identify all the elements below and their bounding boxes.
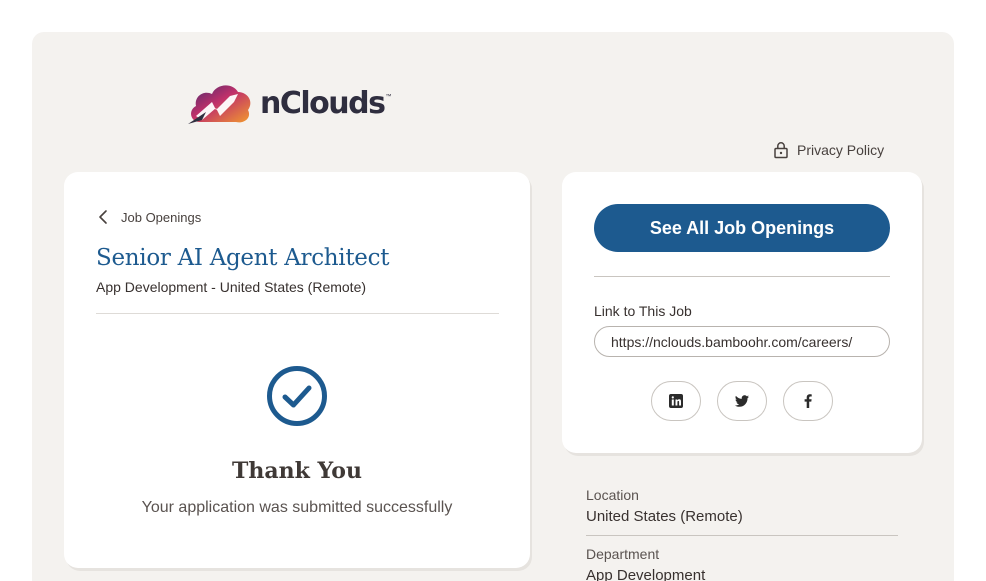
- share-card: See All Job Openings Link to This Job: [562, 172, 922, 453]
- lock-icon: [774, 142, 788, 159]
- location-label: Location: [586, 487, 639, 503]
- job-link-label: Link to This Job: [594, 303, 692, 319]
- chevron-left-icon: [99, 210, 107, 224]
- facebook-share-button[interactable]: [783, 381, 833, 421]
- back-to-job-openings-link[interactable]: Job Openings: [97, 209, 201, 225]
- job-title: Senior AI Agent Architect: [96, 245, 390, 271]
- brand-name: nClouds: [260, 85, 386, 121]
- brand-logo[interactable]: nClouds ™: [186, 78, 391, 128]
- linkedin-icon: [669, 394, 683, 408]
- location-value: United States (Remote): [586, 508, 743, 525]
- job-details: Location United States (Remote) Departme…: [586, 487, 898, 581]
- twitter-share-button[interactable]: [717, 381, 767, 421]
- department-value: App Development: [586, 567, 706, 581]
- cloud-logo-icon: [188, 85, 251, 124]
- divider: [96, 313, 499, 314]
- submission-message: Your application was submitted successfu…: [141, 499, 453, 516]
- facebook-icon: [804, 394, 812, 408]
- check-circle-icon: [267, 366, 327, 426]
- privacy-policy-link[interactable]: Privacy Policy: [773, 141, 884, 159]
- see-all-job-openings-button[interactable]: See All Job Openings: [594, 204, 890, 252]
- trademark-mark: ™: [385, 94, 392, 100]
- thank-you-heading: Thank You: [232, 458, 362, 484]
- divider: [594, 276, 890, 277]
- twitter-icon: [734, 395, 749, 407]
- job-card: Job Openings Senior AI Agent Architect A…: [64, 172, 530, 568]
- job-subtitle: App Development - United States (Remote): [96, 279, 367, 295]
- privacy-policy-label: Privacy Policy: [797, 142, 885, 158]
- back-link-label: Job Openings: [121, 209, 202, 225]
- department-label: Department: [586, 546, 660, 562]
- linkedin-share-button[interactable]: [651, 381, 701, 421]
- job-link-field[interactable]: [594, 326, 890, 357]
- divider: [586, 535, 898, 536]
